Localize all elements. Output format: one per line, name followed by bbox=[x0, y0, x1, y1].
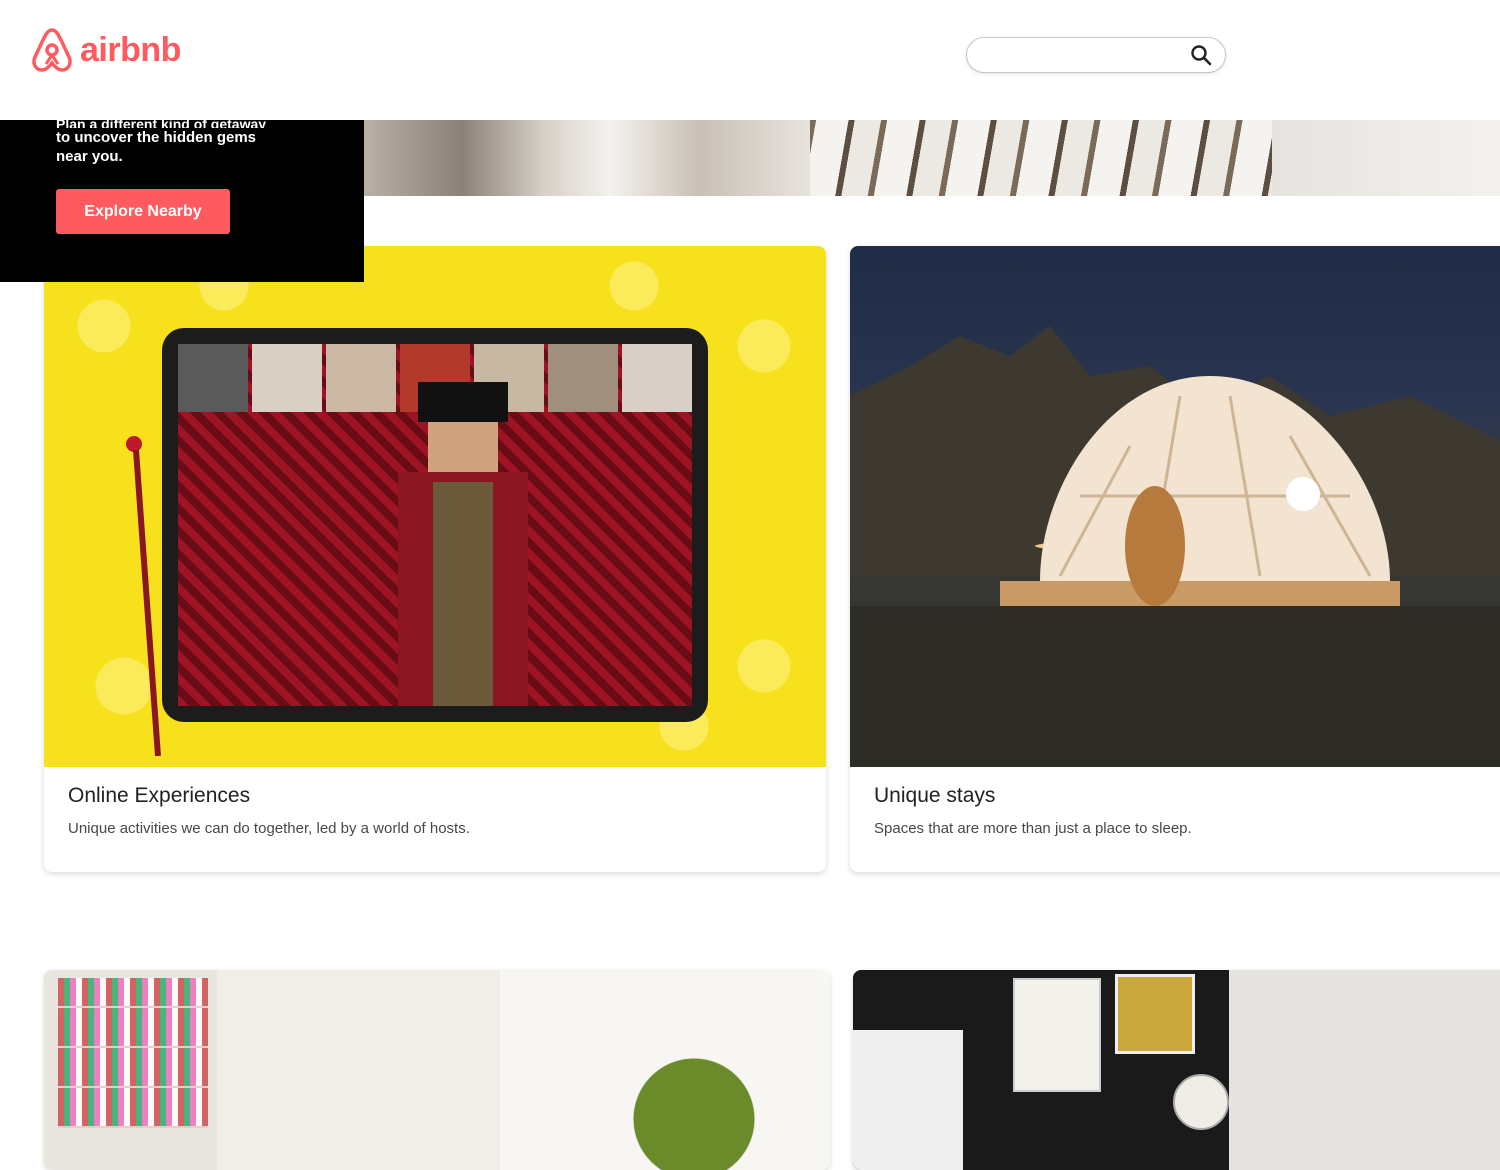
hero-image-wall bbox=[1272, 120, 1500, 196]
art-wall-card[interactable] bbox=[853, 970, 1500, 1170]
hero-image-living-room bbox=[364, 120, 810, 196]
art-wall-image bbox=[853, 970, 1500, 1170]
promo-text-line-2: near you. bbox=[56, 148, 123, 165]
search-icon[interactable] bbox=[1189, 43, 1213, 67]
search-bar[interactable] bbox=[966, 37, 1226, 73]
online-experiences-card[interactable]: Online Experiences Unique activities we … bbox=[44, 246, 826, 872]
promo-text-cut: Plan a different kind of getaway bbox=[56, 120, 267, 128]
home-office-image bbox=[44, 970, 830, 1170]
explore-nearby-promo: Plan a different kind of getaway to unco… bbox=[0, 120, 364, 282]
airbnb-belo-icon bbox=[32, 28, 72, 72]
logo-text: airbnb bbox=[80, 30, 181, 69]
explore-nearby-button[interactable]: Explore Nearby bbox=[56, 189, 230, 234]
card-title: Unique stays bbox=[874, 784, 996, 807]
card-subtitle: Spaces that are more than just a place t… bbox=[874, 820, 1192, 837]
unique-stays-image bbox=[850, 246, 1500, 767]
online-experiences-image bbox=[44, 246, 826, 767]
hero-image-dining-room bbox=[810, 120, 1272, 196]
unique-stays-card[interactable]: Unique stays Spaces that are more than j… bbox=[850, 246, 1500, 872]
promo-text-line-1: to uncover the hidden gems bbox=[56, 129, 257, 146]
promo-text: Plan a different kind of getaway to unco… bbox=[56, 120, 316, 166]
card-subtitle: Unique activities we can do together, le… bbox=[68, 820, 470, 837]
header: airbnb bbox=[0, 0, 1500, 120]
home-office-card[interactable] bbox=[44, 970, 830, 1170]
tablet-illustration bbox=[162, 328, 708, 722]
card-title: Online Experiences bbox=[68, 784, 251, 807]
airbnb-logo[interactable]: airbnb bbox=[30, 26, 181, 74]
search-input[interactable] bbox=[981, 44, 1175, 68]
